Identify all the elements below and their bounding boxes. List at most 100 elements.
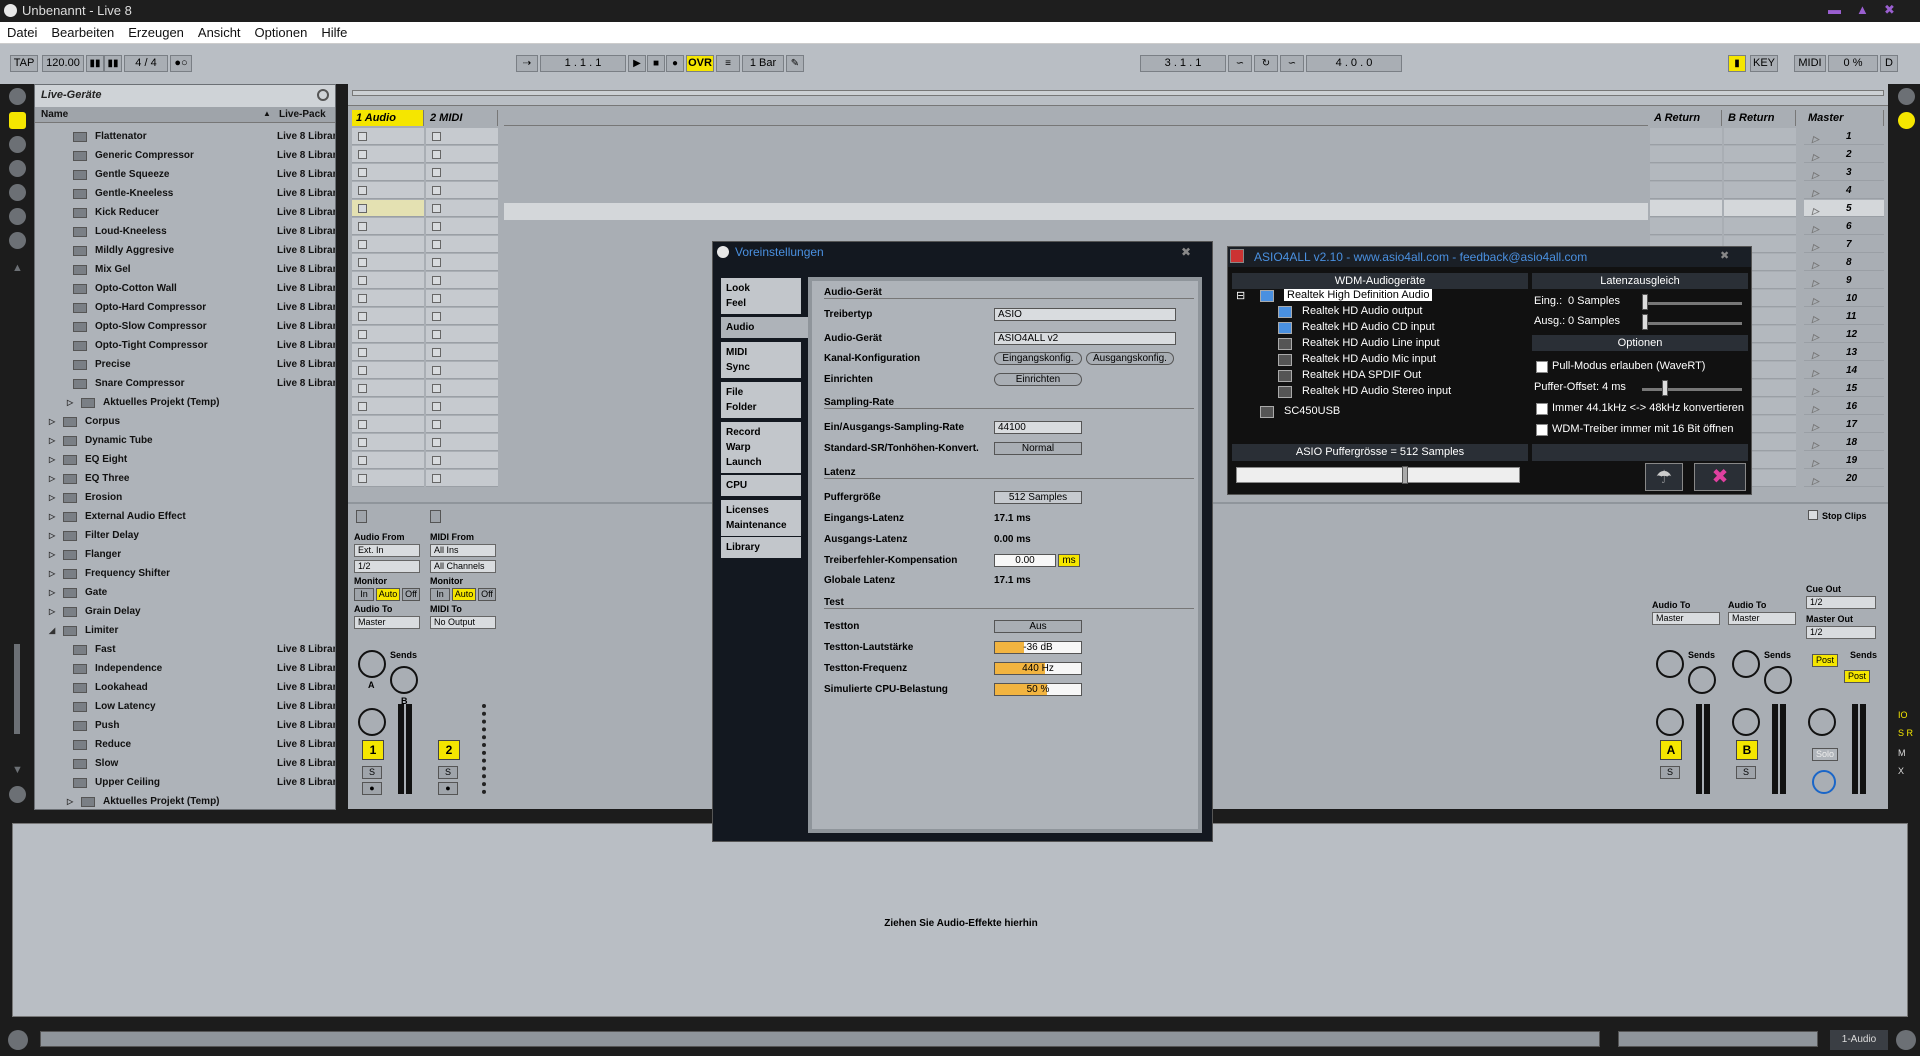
browser-item[interactable]: ▷ Gate xyxy=(35,583,335,602)
browser-item[interactable]: Fast Live 8 Library xyxy=(35,640,335,659)
return-b-pan-knob[interactable] xyxy=(1732,708,1760,736)
midi-to-select[interactable]: No Output xyxy=(430,616,496,629)
file-browser-3-icon[interactable] xyxy=(9,208,26,225)
scene-launch[interactable]: ▷ 20 xyxy=(1804,470,1884,487)
audio-from-select[interactable]: Ext. In xyxy=(354,544,420,557)
audio-clip-slot[interactable] xyxy=(352,200,424,217)
column-pack[interactable]: Live-Pack xyxy=(279,109,326,120)
browser-item[interactable]: ▷ EQ Eight xyxy=(35,450,335,469)
hot-swap-icon[interactable] xyxy=(9,232,26,249)
midi-arm-button[interactable]: ● xyxy=(438,782,458,795)
test-freq-slider[interactable]: 440 Hz xyxy=(994,662,1082,675)
expand-icon[interactable]: ▷ xyxy=(49,583,55,602)
expand-icon[interactable]: ▷ xyxy=(49,412,55,431)
mixer-toggle-icon[interactable]: M xyxy=(1898,748,1906,758)
browser-item[interactable]: Opto-Tight Compressor Live 8 Library xyxy=(35,336,335,355)
loop-start-field[interactable]: 3 . 1 . 1 xyxy=(1140,55,1226,72)
follow-button[interactable]: ⇢ xyxy=(516,55,538,72)
prefs-tab-record[interactable]: Record Warp Launch xyxy=(721,422,801,473)
master-solo-button[interactable]: Solo xyxy=(1812,748,1838,761)
audio-clip-slot[interactable] xyxy=(352,452,424,469)
sort-up-icon[interactable]: ▲ xyxy=(263,109,271,118)
master-post-button-1[interactable]: Post xyxy=(1812,654,1838,667)
midi-track-activator[interactable]: 2 xyxy=(438,740,460,760)
time-signature-field[interactable]: 4 / 4 xyxy=(124,55,168,72)
scene-launch[interactable]: ▷ 6 xyxy=(1804,218,1884,235)
clip-stop-icon[interactable] xyxy=(358,222,367,231)
audio-clip-slot[interactable] xyxy=(352,416,424,433)
midi-solo-button[interactable]: S xyxy=(438,766,458,779)
clip-stop-icon[interactable] xyxy=(432,474,441,483)
audio-clip-slot[interactable] xyxy=(352,470,424,487)
clip-stop-icon[interactable] xyxy=(432,276,441,285)
track-header-return-a[interactable]: A Return xyxy=(1650,110,1722,126)
clip-stop-icon[interactable] xyxy=(432,132,441,141)
browser-item[interactable]: Low Latency Live 8 Library xyxy=(35,697,335,716)
device-status-icon[interactable] xyxy=(1260,406,1274,418)
column-name[interactable]: Name xyxy=(41,109,68,120)
scene-play-icon[interactable]: ▷ xyxy=(1812,473,1819,490)
record-icon[interactable]: ● xyxy=(666,55,684,72)
expand-icon[interactable]: ▷ xyxy=(49,545,55,564)
wdm-device-item[interactable]: Realtek HD Audio Mic input xyxy=(1302,353,1436,365)
live-devices-browser-icon[interactable] xyxy=(9,112,26,129)
expand-icon[interactable]: ▷ xyxy=(49,564,55,583)
midi-clip-slot[interactable] xyxy=(426,200,498,217)
midi-clip-slot[interactable] xyxy=(426,362,498,379)
browser-item[interactable]: ▷ Grain Delay xyxy=(35,602,335,621)
advanced-settings-icon[interactable]: ✖ xyxy=(1694,463,1746,491)
prefs-tab-cpu[interactable]: CPU xyxy=(721,475,801,496)
audio-clip-slot[interactable] xyxy=(352,398,424,415)
nudge-down-button[interactable]: ▮▮ xyxy=(86,55,104,72)
clip-stop-icon[interactable] xyxy=(432,366,441,375)
expand-icon[interactable]: ▷ xyxy=(49,450,55,469)
midi-from-select[interactable]: All Ins xyxy=(430,544,496,557)
scene-launch[interactable]: ▷ 5 xyxy=(1804,200,1884,217)
return-a-audio-to-select[interactable]: Master xyxy=(1652,612,1720,625)
browser-item[interactable]: ▷ Dynamic Tube xyxy=(35,431,335,450)
prefs-tab-midi[interactable]: MIDI Sync xyxy=(721,342,801,378)
audio-clip-slot[interactable] xyxy=(352,236,424,253)
browser-item[interactable]: Mildly Aggresive Live 8 Library xyxy=(35,241,335,260)
browser-item[interactable]: ▷ EQ Three xyxy=(35,469,335,488)
buffer-offset-slider[interactable] xyxy=(1662,380,1668,396)
collapse-icon[interactable]: ◢ xyxy=(49,621,55,640)
audio-clip-slot[interactable] xyxy=(352,128,424,145)
midi-clip-slot[interactable] xyxy=(426,308,498,325)
scene-launch[interactable]: ▷ 3 xyxy=(1804,164,1884,181)
clip-stop-icon[interactable] xyxy=(358,366,367,375)
overview-bar[interactable] xyxy=(352,90,1884,96)
metronome-button[interactable]: ●○ xyxy=(170,55,192,72)
midi-stop-button[interactable] xyxy=(430,510,441,523)
input-latency-slider[interactable] xyxy=(1642,294,1648,310)
tempo-field[interactable]: 120.00 xyxy=(42,55,84,72)
audio-monitor-off[interactable]: Off xyxy=(402,588,420,601)
browser-item[interactable]: Gentle Squeeze Live 8 Library xyxy=(35,165,335,184)
scene-launch[interactable]: ▷ 16 xyxy=(1804,398,1884,415)
return-a-pan-knob[interactable] xyxy=(1656,708,1684,736)
device-status-icon[interactable] xyxy=(1260,290,1274,302)
browser-item[interactable]: Opto-Cotton Wall Live 8 Library xyxy=(35,279,335,298)
audio-monitor-auto[interactable]: Auto xyxy=(376,588,400,601)
browser-item[interactable]: Loud-Kneeless Live 8 Library xyxy=(35,222,335,241)
menu-erzeugen[interactable]: Erzeugen xyxy=(121,22,191,40)
browser-item[interactable]: ▷ Flanger xyxy=(35,545,335,564)
clip-stop-icon[interactable] xyxy=(358,258,367,267)
quantize-menu-icon[interactable]: ≡ xyxy=(716,55,740,72)
menu-optionen[interactable]: Optionen xyxy=(248,22,315,40)
audio-solo-button[interactable]: S xyxy=(362,766,382,779)
scene-launch[interactable]: ▷ 14 xyxy=(1804,362,1884,379)
return-a-solo-button[interactable]: S xyxy=(1660,766,1680,779)
clip-stop-icon[interactable] xyxy=(358,348,367,357)
midi-clip-slot[interactable] xyxy=(426,164,498,181)
audio-clip-slot[interactable] xyxy=(352,272,424,289)
input-config-button[interactable]: Eingangskonfig. xyxy=(994,352,1082,365)
info-toggle-icon[interactable] xyxy=(8,1030,28,1050)
browser-item[interactable]: ▷ Aktuelles Projekt (Temp) xyxy=(35,393,335,412)
punch-in-icon[interactable]: ∽ xyxy=(1228,55,1252,72)
midi-clip-slot[interactable] xyxy=(426,344,498,361)
audio-clip-slot[interactable] xyxy=(352,182,424,199)
asio-close-icon[interactable]: ✖ xyxy=(1720,249,1729,262)
buffer-size-slider[interactable] xyxy=(1402,466,1408,484)
device-drop-area[interactable]: Ziehen Sie Audio-Effekte hierhin xyxy=(12,823,1908,1017)
